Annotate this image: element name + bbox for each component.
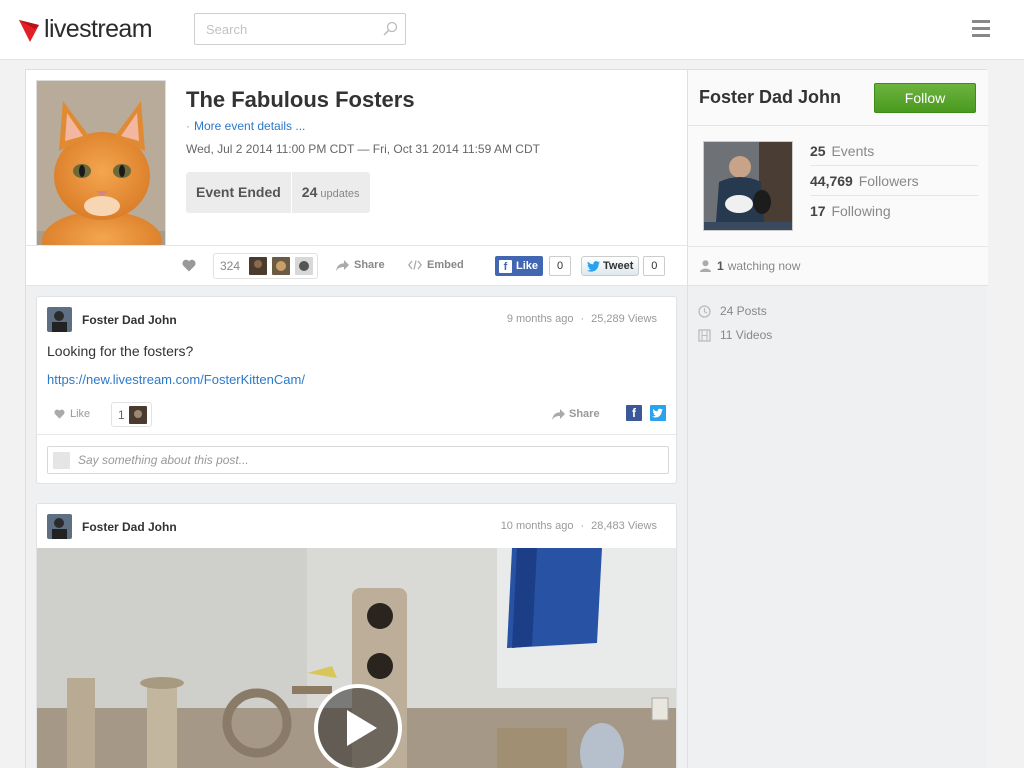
post-likes-count: 1 bbox=[118, 407, 125, 422]
heart-icon[interactable] bbox=[182, 259, 196, 272]
follow-button[interactable]: Follow bbox=[874, 83, 976, 113]
host-card: Foster Dad John Follow 25 Events 44,769 … bbox=[688, 70, 988, 246]
stat-followers[interactable]: 44,769 Followers bbox=[810, 166, 978, 196]
post-time: 9 months ago bbox=[506, 313, 574, 325]
search-input[interactable] bbox=[195, 14, 375, 44]
event-header: The Fabulous Fosters · More event details… bbox=[26, 70, 687, 275]
post-meta: 9 months ago · 25,289 Views bbox=[506, 313, 657, 325]
facebook-icon: f bbox=[499, 259, 512, 273]
twitter-icon bbox=[587, 260, 600, 272]
more-event-details-link[interactable]: · More event details ... bbox=[186, 119, 305, 133]
share-icon bbox=[336, 259, 349, 271]
avatar[interactable] bbox=[47, 307, 72, 332]
facebook-like-widget: f Like 0 bbox=[495, 256, 572, 276]
logo-text: livestream bbox=[44, 14, 153, 43]
comment-input[interactable] bbox=[78, 453, 638, 467]
post-link[interactable]: https://new.livestream.com/FosterKittenC… bbox=[47, 372, 305, 387]
host-stats: 25 Events 44,769 Followers 17 Following bbox=[810, 136, 978, 226]
event-dates: Wed, Jul 2 2014 11:00 PM CDT — Fri, Oct … bbox=[186, 142, 540, 156]
content-links: 24 Posts 11 Videos bbox=[698, 299, 772, 347]
status-badge: Event Ended bbox=[186, 172, 291, 213]
tweet-button[interactable]: Tweet bbox=[581, 256, 640, 276]
divider bbox=[688, 125, 988, 126]
host-sidebar: Foster Dad John Follow 25 Events 44,769 … bbox=[687, 70, 988, 768]
likes-count: 324 bbox=[220, 259, 241, 273]
event-actions-bar: 324 Share Embed f Like 0 Tweet 0 bbox=[26, 245, 687, 286]
post-likers[interactable]: 1 bbox=[111, 402, 152, 427]
search-icon[interactable] bbox=[382, 21, 398, 37]
stat-events[interactable]: 25 Events bbox=[810, 136, 978, 166]
host-name[interactable]: Foster Dad John bbox=[699, 87, 841, 108]
updates-badge[interactable]: 24 updates bbox=[290, 172, 370, 213]
video-player[interactable] bbox=[37, 548, 676, 768]
stat-following[interactable]: 17 Following bbox=[810, 196, 978, 226]
avatar bbox=[53, 451, 70, 469]
event-page: The Fabulous Fosters · More event details… bbox=[25, 69, 988, 768]
share-button[interactable]: Share bbox=[336, 259, 385, 271]
event-title: The Fabulous Fosters bbox=[186, 87, 415, 112]
post-time: 10 months ago bbox=[500, 520, 574, 532]
tweet-widget: Tweet 0 bbox=[581, 256, 666, 276]
avatar bbox=[249, 257, 268, 275]
comment-box bbox=[47, 446, 669, 474]
avatar bbox=[272, 257, 291, 275]
avatar bbox=[128, 405, 147, 424]
post-like-button[interactable]: Like bbox=[54, 408, 90, 420]
post-text: Looking for the fosters? bbox=[47, 343, 194, 359]
person-icon bbox=[700, 260, 711, 272]
clock-icon bbox=[698, 304, 711, 318]
post-views: 25,289 Views bbox=[591, 313, 657, 325]
heart-icon bbox=[54, 409, 65, 419]
avatar bbox=[295, 257, 314, 275]
post-views: 28,483 Views bbox=[591, 520, 657, 532]
livestream-logo-icon bbox=[19, 20, 39, 42]
search-box bbox=[194, 13, 406, 45]
menu-icon[interactable] bbox=[972, 20, 990, 37]
facebook-like-button[interactable]: f Like bbox=[495, 256, 544, 276]
post-meta: 10 months ago · 28,483 Views bbox=[500, 520, 657, 532]
post-share-button[interactable]: Share bbox=[552, 408, 600, 420]
tweet-count: 0 bbox=[643, 256, 666, 276]
embed-button[interactable]: Embed bbox=[408, 259, 464, 271]
top-bar: livestream bbox=[0, 0, 1024, 60]
embed-icon bbox=[408, 260, 422, 270]
post-actions: Like 1 Share f bbox=[37, 397, 676, 435]
avatar[interactable] bbox=[47, 514, 72, 539]
posts-link[interactable]: 24 Posts bbox=[698, 299, 772, 323]
share-icon bbox=[552, 408, 565, 420]
twitter-icon[interactable] bbox=[650, 405, 666, 421]
livestream-logo[interactable]: livestream bbox=[18, 14, 153, 44]
event-likers[interactable]: 324 bbox=[213, 253, 319, 279]
videos-link[interactable]: 11 Videos bbox=[698, 323, 772, 347]
post-card: Foster Dad John 9 months ago · 25,289 View… bbox=[36, 296, 677, 484]
post-author[interactable]: Foster Dad John bbox=[82, 313, 177, 327]
film-icon bbox=[698, 328, 711, 342]
post-author[interactable]: Foster Dad John bbox=[82, 520, 177, 534]
post-card: Foster Dad John 10 months ago · 28,483 Vie… bbox=[36, 503, 677, 768]
facebook-icon[interactable]: f bbox=[626, 405, 642, 421]
host-avatar[interactable] bbox=[703, 141, 793, 231]
posts-feed: Foster Dad John 9 months ago · 25,289 View… bbox=[26, 286, 687, 768]
facebook-like-count: 0 bbox=[549, 256, 572, 276]
event-status: Event Ended 24 updates bbox=[186, 172, 370, 213]
watching-now: 1 watching now bbox=[688, 246, 988, 286]
